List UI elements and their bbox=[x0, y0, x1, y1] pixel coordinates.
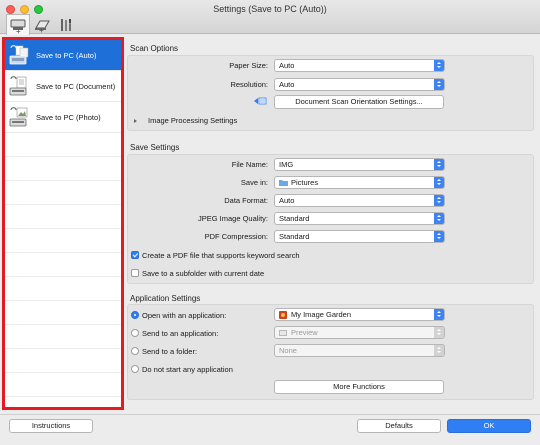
footer-divider bbox=[0, 414, 540, 415]
subfolder-checkbox[interactable] bbox=[131, 269, 139, 277]
send-to-app-radio[interactable] bbox=[131, 329, 139, 337]
sidebar-item-save-to-pc-photo[interactable]: Save to PC (Photo) bbox=[5, 102, 121, 133]
preview-app-icon bbox=[279, 330, 287, 336]
sidebar-empty-row bbox=[5, 349, 121, 373]
sidebar-item-label: Save to PC (Photo) bbox=[36, 112, 101, 122]
chevron-updown-icon bbox=[434, 309, 444, 320]
open-with-app-radio[interactable] bbox=[131, 311, 139, 319]
chevron-updown-icon bbox=[434, 345, 444, 356]
send-to-folder-select[interactable]: None bbox=[274, 344, 445, 357]
general-settings-tab[interactable] bbox=[54, 14, 78, 34]
file-name-label: File Name: bbox=[231, 160, 268, 169]
subfolder-label: Save to a subfolder with current date bbox=[142, 269, 265, 278]
file-name-value: IMG bbox=[279, 160, 294, 169]
keyword-search-label: Create a PDF file that supports keyword … bbox=[142, 251, 300, 260]
sidebar-empty-row bbox=[5, 397, 121, 407]
sidebar-empty-row bbox=[5, 229, 121, 253]
chevron-updown-icon bbox=[434, 213, 444, 224]
sidebar-empty-row bbox=[5, 133, 121, 157]
pdf-compression-label: PDF Compression: bbox=[204, 232, 268, 241]
ok-button[interactable]: OK bbox=[447, 419, 531, 433]
sidebar-item-label: Save to PC (Document) bbox=[36, 81, 116, 91]
tab-plus-label: + bbox=[16, 27, 21, 36]
more-functions-button[interactable]: More Functions bbox=[274, 380, 444, 394]
save-in-value: Pictures bbox=[291, 178, 319, 187]
chevron-updown-icon bbox=[434, 177, 444, 188]
send-to-folder-value: None bbox=[279, 346, 297, 355]
chevron-updown-icon bbox=[434, 195, 444, 206]
scan-from-computer-tab[interactable]: + bbox=[6, 14, 30, 36]
tools-icon bbox=[61, 18, 71, 31]
send-to-app-select[interactable]: Preview bbox=[274, 326, 445, 339]
send-to-folder-label: Send to a folder: bbox=[142, 347, 198, 356]
paper-size-select[interactable]: Auto bbox=[274, 59, 445, 72]
open-with-app-label: Open with an application: bbox=[142, 311, 227, 320]
pdf-compression-select[interactable]: Standard bbox=[274, 230, 445, 243]
save-in-label: Save in: bbox=[240, 178, 268, 187]
scan-auto-icon bbox=[9, 45, 29, 65]
scan-mode-sidebar: Save to PC (Auto) Save to PC (Document) … bbox=[2, 37, 124, 410]
resolution-label: Resolution: bbox=[230, 80, 268, 89]
sidebar-item-save-to-pc-document[interactable]: Save to PC (Document) bbox=[5, 71, 121, 102]
file-name-combo[interactable]: IMG bbox=[274, 158, 445, 171]
sidebar-empty-row bbox=[5, 157, 121, 181]
open-with-app-value: My Image Garden bbox=[291, 310, 352, 319]
save-settings-title: Save Settings bbox=[130, 143, 180, 152]
scan-document-icon bbox=[9, 76, 27, 96]
chevron-updown-icon bbox=[434, 60, 444, 71]
scan-photo-icon bbox=[9, 107, 28, 127]
sidebar-item-label: Save to PC (Auto) bbox=[36, 50, 97, 60]
jpeg-quality-label: JPEG Image Quality: bbox=[197, 214, 268, 223]
data-format-value: Auto bbox=[279, 196, 295, 205]
keyword-search-checkbox[interactable] bbox=[131, 251, 139, 259]
sidebar-empty-row bbox=[5, 325, 121, 349]
defaults-button[interactable]: Defaults bbox=[357, 419, 441, 433]
resolution-select[interactable]: Auto bbox=[274, 78, 445, 91]
instructions-button[interactable]: Instructions bbox=[9, 419, 93, 433]
image-garden-icon bbox=[279, 311, 287, 319]
chevron-updown-icon bbox=[434, 79, 444, 90]
image-processing-settings-toggle[interactable]: Image Processing Settings bbox=[148, 116, 237, 125]
chevron-updown-icon bbox=[434, 231, 444, 242]
orientation-settings-button[interactable]: Document Scan Orientation Settings... bbox=[274, 95, 444, 109]
sidebar-empty-row bbox=[5, 373, 121, 397]
sidebar-empty-row bbox=[5, 253, 121, 277]
do-not-start-app-label: Do not start any application bbox=[142, 365, 233, 374]
orientation-icon bbox=[254, 97, 267, 105]
data-format-select[interactable]: Auto bbox=[274, 194, 445, 207]
scan-options-title: Scan Options bbox=[130, 44, 179, 53]
sidebar-empty-row bbox=[5, 301, 121, 325]
sidebar-item-save-to-pc-auto[interactable]: Save to PC (Auto) bbox=[5, 40, 121, 71]
sidebar-empty-row bbox=[5, 277, 121, 301]
tab-plus-label: + bbox=[39, 26, 44, 35]
data-format-label: Data Format: bbox=[224, 196, 268, 205]
window-title: Settings (Save to PC (Auto)) bbox=[213, 4, 327, 14]
disclosure-triangle-icon[interactable] bbox=[134, 119, 137, 123]
send-to-app-label: Send to an application: bbox=[142, 329, 219, 338]
folder-icon bbox=[279, 180, 288, 186]
paper-size-value: Auto bbox=[279, 61, 295, 70]
paper-size-label: Paper Size: bbox=[229, 61, 268, 70]
open-with-app-select[interactable]: My Image Garden bbox=[274, 308, 445, 321]
resolution-value: Auto bbox=[279, 80, 295, 89]
application-settings-title: Application Settings bbox=[130, 294, 201, 303]
title-bar: Settings (Save to PC (Auto)) + + bbox=[0, 0, 540, 36]
sidebar-empty-row bbox=[5, 181, 121, 205]
save-in-select[interactable]: Pictures bbox=[274, 176, 445, 189]
sidebar-empty-row bbox=[5, 205, 121, 229]
send-to-folder-radio[interactable] bbox=[131, 347, 139, 355]
jpeg-quality-value: Standard bbox=[279, 214, 310, 223]
pdf-compression-value: Standard bbox=[279, 232, 310, 241]
jpeg-quality-select[interactable]: Standard bbox=[274, 212, 445, 225]
do-not-start-app-radio[interactable] bbox=[131, 365, 139, 373]
tab-bar: + + bbox=[6, 14, 78, 36]
chevron-updown-icon bbox=[434, 159, 444, 170]
send-to-app-value: Preview bbox=[291, 328, 318, 337]
scan-from-panel-tab[interactable]: + bbox=[30, 14, 54, 35]
chevron-updown-icon bbox=[434, 327, 444, 338]
